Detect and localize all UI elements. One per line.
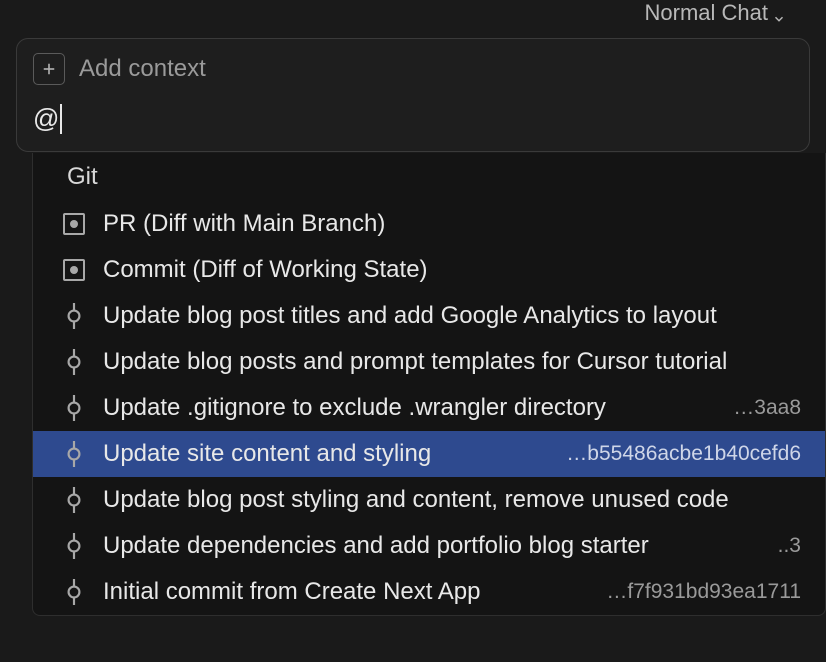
- dropdown-item[interactable]: Update blog post styling and content, re…: [33, 477, 825, 523]
- dropdown-item[interactable]: Update blog post titles and add Google A…: [33, 293, 825, 339]
- mode-label: Normal Chat: [645, 0, 768, 26]
- dropdown-item-label: Initial commit from Create Next App: [103, 578, 480, 606]
- dropdown-item-label: Update blog post titles and add Google A…: [103, 302, 717, 330]
- dropdown-item[interactable]: Initial commit from Create Next App …f7f9…: [33, 569, 825, 615]
- dropdown-item[interactable]: Commit (Diff of Working State): [33, 247, 825, 293]
- add-context-button[interactable]: [33, 53, 65, 85]
- commit-icon: [63, 305, 85, 327]
- diff-icon: [63, 259, 85, 281]
- dropdown-item-label: Commit (Diff of Working State): [103, 256, 428, 284]
- context-input[interactable]: @: [33, 103, 793, 137]
- commit-icon: [63, 535, 85, 557]
- commit-icon: [63, 489, 85, 511]
- dropdown-item[interactable]: Update blog posts and prompt templates f…: [33, 339, 825, 385]
- commit-icon: [63, 443, 85, 465]
- context-dropdown: Git PR (Diff with Main Branch) Commit (Di…: [32, 153, 826, 616]
- commit-icon: [63, 397, 85, 419]
- context-row: Add context: [33, 53, 793, 85]
- commit-icon: [63, 581, 85, 603]
- diff-icon: [63, 213, 85, 235]
- dropdown-item-label: Update blog posts and prompt templates f…: [103, 348, 727, 376]
- dropdown-item[interactable]: PR (Diff with Main Branch): [33, 201, 825, 247]
- commit-hash: …f7f931bd93ea1711: [596, 580, 801, 604]
- chevron-down-icon: [772, 6, 786, 20]
- commit-hash: ..3: [768, 534, 801, 558]
- text-cursor: [60, 104, 62, 134]
- context-box: Add context @: [16, 38, 810, 152]
- mode-selector[interactable]: Normal Chat: [0, 0, 826, 38]
- dropdown-section-header: Git: [33, 153, 825, 201]
- commit-icon: [63, 351, 85, 373]
- dropdown-item-label: Update site content and styling: [103, 440, 431, 468]
- dropdown-item-label: Update .gitignore to exclude .wrangler d…: [103, 394, 606, 422]
- dropdown-item-label: Update dependencies and add portfolio bl…: [103, 532, 649, 560]
- commit-hash: …b55486acbe1b40cefd6: [556, 442, 801, 466]
- dropdown-item[interactable]: Update .gitignore to exclude .wrangler d…: [33, 385, 825, 431]
- commit-hash: …3aa8: [723, 396, 801, 420]
- dropdown-item[interactable]: Update site content and styling …b55486ac…: [33, 431, 825, 477]
- context-placeholder: Add context: [79, 55, 206, 83]
- dropdown-item-label: PR (Diff with Main Branch): [103, 210, 385, 238]
- context-input-value: @: [33, 103, 59, 133]
- dropdown-item-label: Update blog post styling and content, re…: [103, 486, 729, 514]
- dropdown-item[interactable]: Update dependencies and add portfolio bl…: [33, 523, 825, 569]
